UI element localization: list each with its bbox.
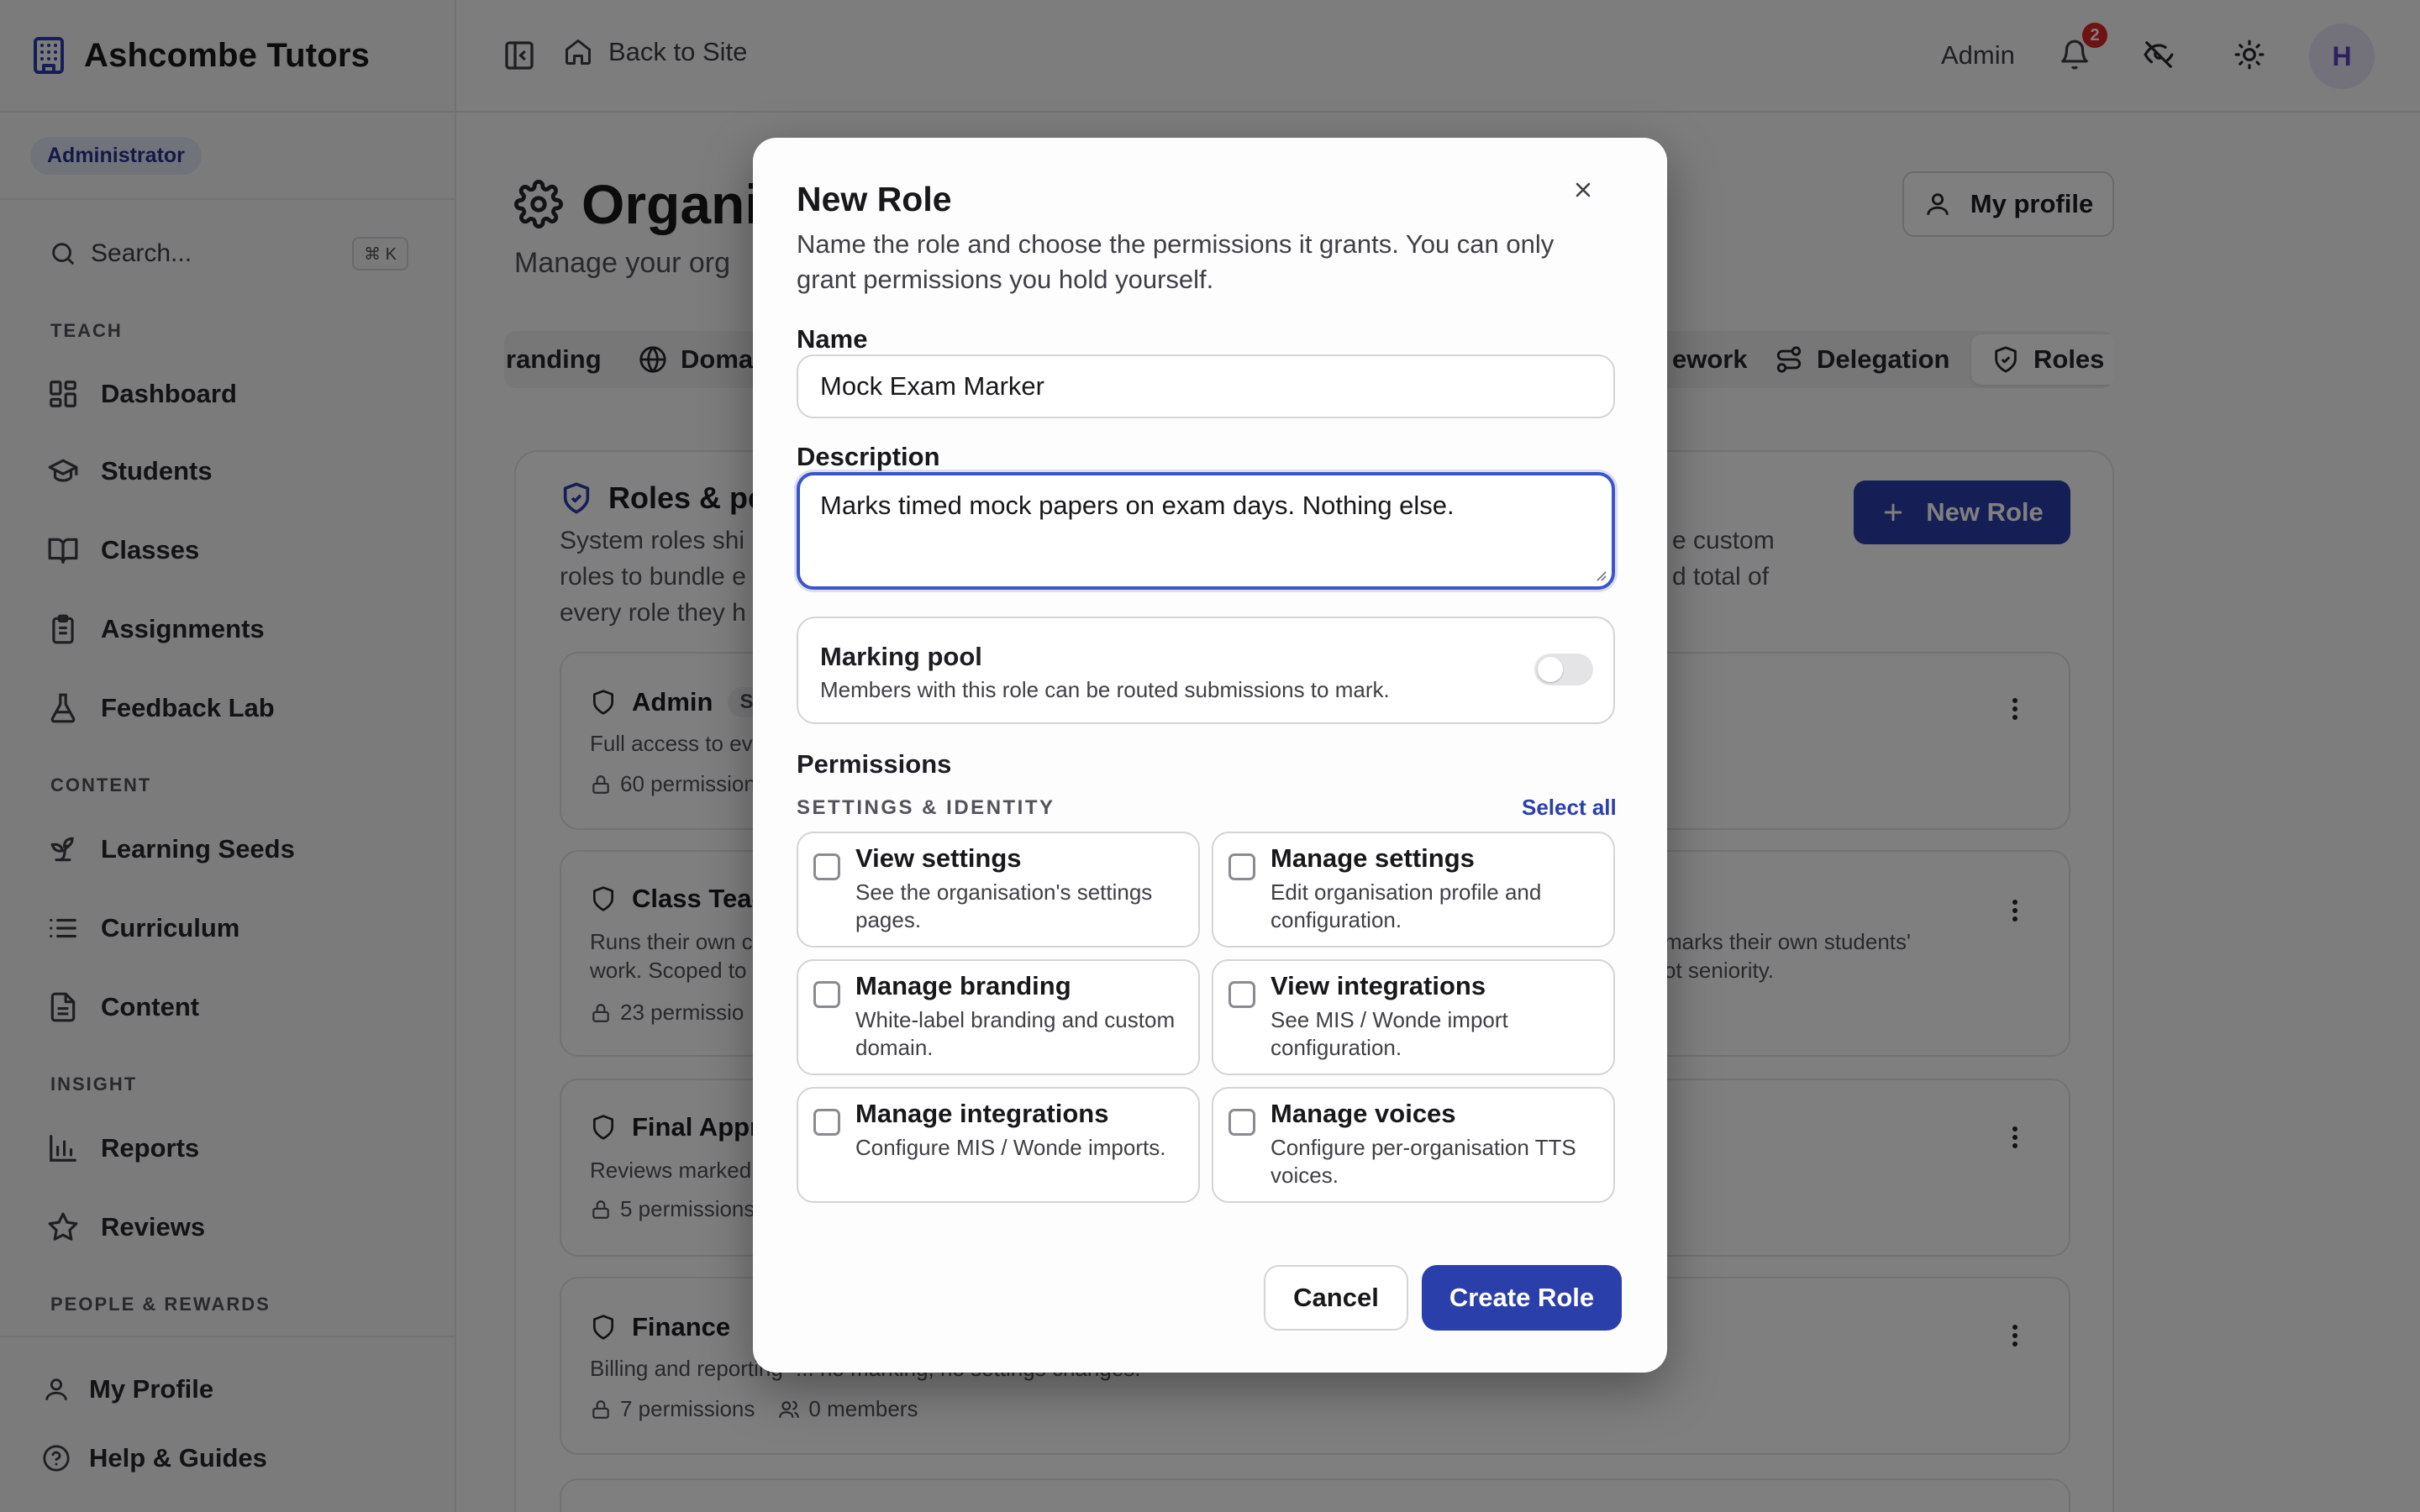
permission-checkbox[interactable]: [813, 1109, 840, 1136]
permission-description: White-label branding and custom domain.: [855, 1007, 1176, 1060]
permission-checkbox[interactable]: [1228, 1109, 1255, 1136]
marking-pool-subtitle: Members with this role can be routed sub…: [820, 677, 1390, 702]
new-role-dialog: New Role Name the role and choose the pe…: [753, 138, 1667, 1373]
permissions-label: Permissions: [797, 749, 952, 779]
cancel-button[interactable]: Cancel: [1264, 1265, 1408, 1331]
permission-checkbox[interactable]: [1228, 981, 1255, 1008]
resize-handle-icon[interactable]: [1593, 568, 1607, 581]
role-name-input[interactable]: Mock Exam Marker: [797, 354, 1615, 418]
permission-view-integrations[interactable]: View integrations See MIS / Wonde import…: [1212, 959, 1615, 1075]
permission-description: Edit organisation profile and configurat…: [1270, 879, 1542, 932]
permission-title: View settings: [855, 843, 1022, 873]
close-icon: [1571, 178, 1595, 202]
permission-title: Manage settings: [1270, 843, 1475, 873]
permission-description: Configure per-organisation TTS voices.: [1270, 1135, 1576, 1188]
name-label: Name: [797, 324, 868, 354]
permission-view-settings[interactable]: View settings See the organisation's set…: [797, 832, 1200, 948]
marking-pool-title: Marking pool: [820, 642, 982, 671]
create-role-button[interactable]: Create Role: [1422, 1265, 1622, 1331]
dialog-title: New Role: [797, 180, 952, 218]
permission-title: Manage voices: [1270, 1099, 1456, 1128]
marking-pool-toggle[interactable]: [1534, 654, 1593, 685]
close-button[interactable]: [1565, 171, 1602, 208]
role-name-value: Mock Exam Marker: [820, 371, 1044, 401]
permission-title: View integrations: [1270, 971, 1486, 1000]
permission-manage-settings[interactable]: Manage settings Edit organisation profil…: [1212, 832, 1615, 948]
permission-title: Manage branding: [855, 971, 1071, 1000]
role-description-textarea[interactable]: Marks timed mock papers on exam days. No…: [797, 472, 1615, 590]
role-description-value: Marks timed mock papers on exam days. No…: [820, 491, 1455, 520]
permission-manage-branding[interactable]: Manage branding White-label branding and…: [797, 959, 1200, 1075]
permission-title: Manage integrations: [855, 1099, 1109, 1128]
permission-description: Configure MIS / Wonde imports.: [855, 1135, 1166, 1160]
description-label: Description: [797, 442, 940, 471]
marking-pool-row: Marking pool Members with this role can …: [797, 617, 1615, 724]
permission-description: See MIS / Wonde import configuration.: [1270, 1007, 1508, 1060]
permission-description: See the organisation's settings pages.: [855, 879, 1153, 932]
permission-group-label: SETTINGS & IDENTITY: [797, 796, 1055, 819]
select-all-button[interactable]: Select all: [1522, 795, 1617, 821]
permission-checkbox[interactable]: [813, 981, 840, 1008]
permission-manage-voices[interactable]: Manage voices Configure per-organisation…: [1212, 1087, 1615, 1203]
permission-checkbox[interactable]: [813, 853, 840, 880]
dialog-description: Name the role and choose the permissions…: [797, 229, 1555, 294]
permission-checkbox[interactable]: [1228, 853, 1255, 880]
permission-manage-integrations[interactable]: Manage integrations Configure MIS / Wond…: [797, 1087, 1200, 1203]
